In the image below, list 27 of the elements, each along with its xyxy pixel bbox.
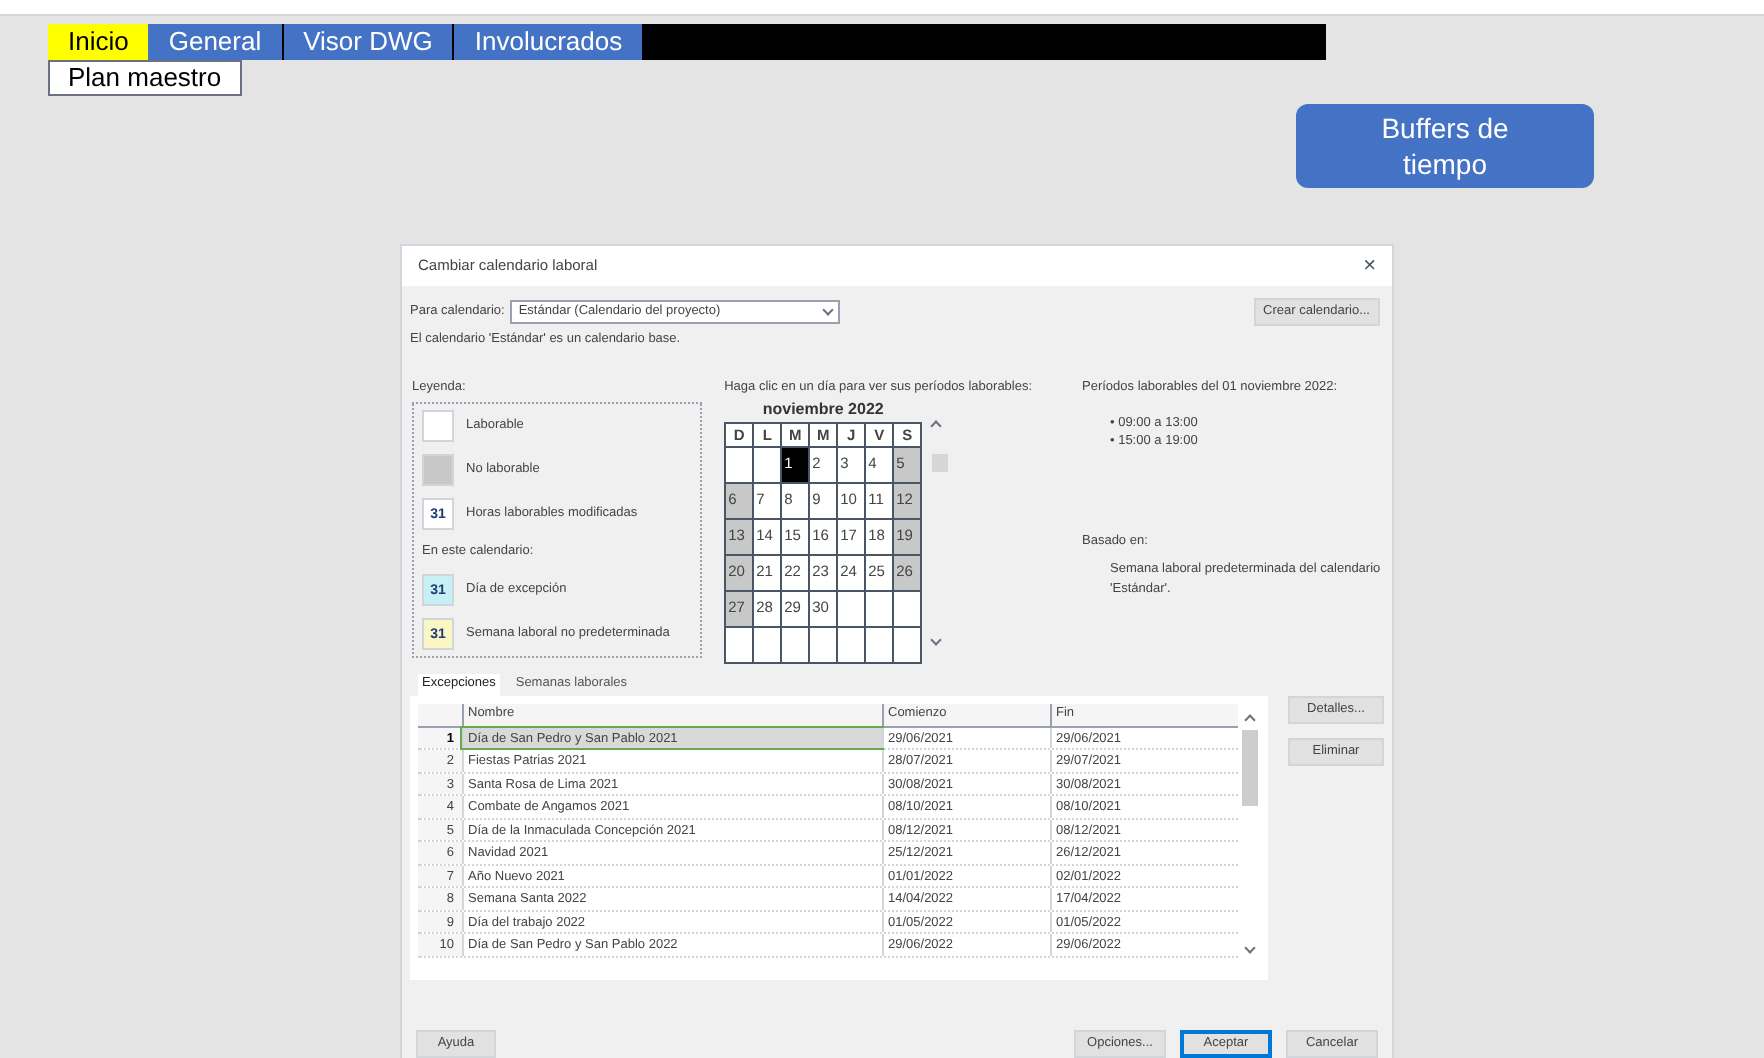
- scroll-thumb[interactable]: [932, 453, 949, 471]
- day-cell[interactable]: [838, 591, 865, 625]
- day-cell[interactable]: [726, 447, 753, 481]
- buffers-button[interactable]: Buffers de tiempo: [1296, 104, 1594, 188]
- day-cell[interactable]: [866, 591, 893, 625]
- day-cell[interactable]: [754, 447, 781, 481]
- day-cell[interactable]: [894, 591, 921, 625]
- day-cell[interactable]: [726, 627, 753, 661]
- day-cell[interactable]: [754, 627, 781, 661]
- day-cell[interactable]: [810, 627, 837, 661]
- nav-tab[interactable]: Inicio: [48, 24, 149, 60]
- legend-swatch: [422, 453, 454, 486]
- legend-swatch: [422, 409, 454, 441]
- day-cell[interactable]: [782, 627, 809, 661]
- nav-tab[interactable]: General: [148, 24, 284, 60]
- day-cell[interactable]: [838, 627, 865, 661]
- day-cell[interactable]: [866, 627, 893, 661]
- scroll-up-icon[interactable]: [1243, 713, 1255, 726]
- nav-tab[interactable]: Involucrados: [454, 24, 645, 60]
- nav-tab[interactable]: Visor DWG: [283, 24, 455, 60]
- scroll-up-icon[interactable]: [930, 419, 942, 431]
- scroll-thumb[interactable]: [1241, 729, 1257, 806]
- month-title: noviembre 2022: [760, 397, 886, 421]
- close-button[interactable]: ×: [1363, 249, 1376, 283]
- plan-button[interactable]: Plan maestro: [48, 60, 242, 96]
- day-cell[interactable]: [894, 627, 921, 661]
- caret-icon: [823, 304, 835, 316]
